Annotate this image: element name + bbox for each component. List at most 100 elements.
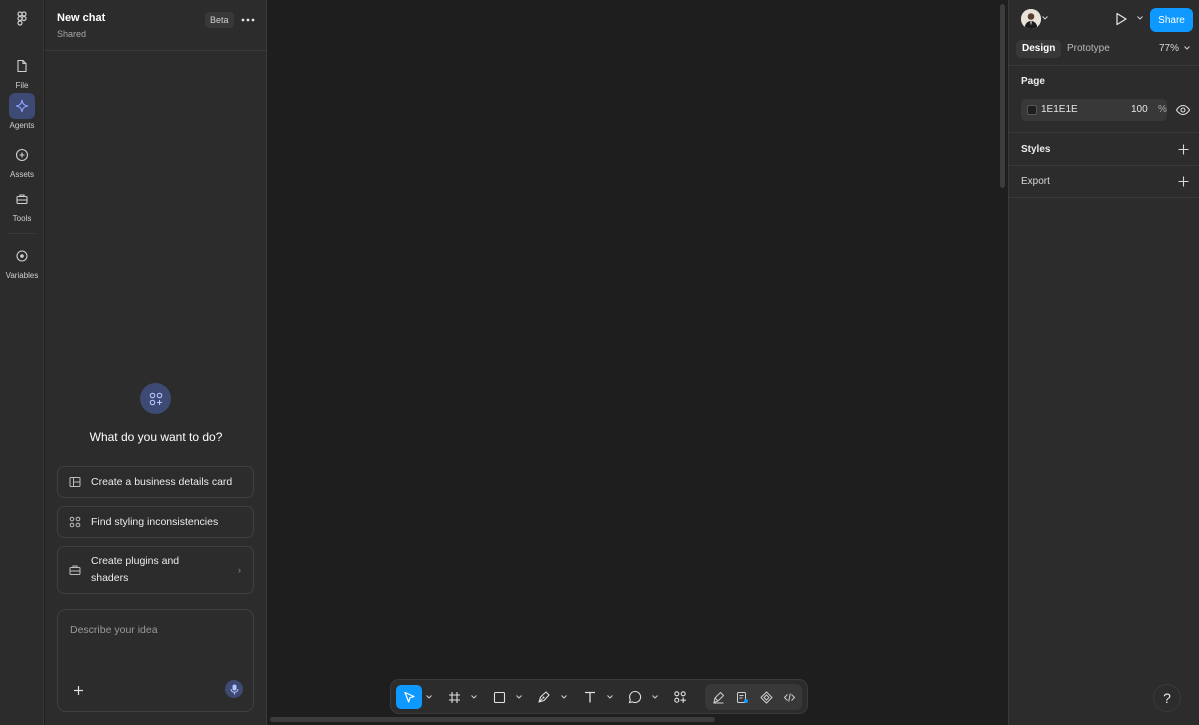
suggestion-plugins-shaders[interactable]: Create plugins and shaders › — [57, 546, 254, 594]
horizontal-scrollbar[interactable] — [270, 717, 715, 722]
cursor-icon — [403, 691, 415, 703]
text-tool-button[interactable] — [577, 685, 603, 709]
rail-label-agents: Agents — [9, 121, 35, 130]
present-chevron-down-icon[interactable] — [1137, 16, 1143, 20]
plus-icon — [73, 685, 83, 695]
divider — [1009, 65, 1199, 66]
chevron-down-icon — [515, 694, 522, 699]
idea-input[interactable] — [70, 624, 240, 636]
components-icon — [68, 515, 82, 529]
draw-mode-button[interactable] — [707, 686, 729, 708]
agent-components-icon — [140, 383, 171, 414]
move-tool-button[interactable] — [396, 685, 422, 709]
page-fill-field[interactable]: 1E1E1E 100 % — [1021, 99, 1167, 121]
chevron-right-icon: › — [238, 565, 241, 575]
sparkle-icon — [9, 93, 35, 119]
chat-header: New chat Shared Beta — [45, 0, 266, 51]
page-fill-opacity[interactable]: 100 — [1131, 104, 1148, 115]
user-avatar-image — [1021, 9, 1041, 29]
avatar-chevron-down-icon[interactable] — [1042, 16, 1048, 20]
page-fill-opacity-unit: % — [1158, 104, 1167, 115]
layout-icon — [68, 475, 82, 489]
tab-prototype[interactable]: Prototype — [1061, 40, 1116, 58]
microphone-button[interactable] — [225, 680, 243, 698]
divider — [1009, 165, 1199, 166]
rail-label-variables: Variables — [5, 271, 39, 280]
frame-tool-caret[interactable] — [470, 693, 477, 700]
add-export-button[interactable] — [1175, 173, 1191, 189]
pen-tool-caret[interactable] — [560, 693, 567, 700]
chevron-down-icon — [1183, 46, 1190, 51]
chevron-down-icon — [560, 694, 567, 699]
eye-icon[interactable] — [1175, 102, 1191, 118]
pen-icon — [538, 691, 550, 703]
text-tool-caret[interactable] — [606, 693, 613, 700]
beta-badge: Beta — [205, 12, 234, 28]
prompt-heading: What do you want to do? — [89, 430, 223, 444]
plus-circle-icon — [9, 142, 35, 168]
rail-label-tools: Tools — [12, 214, 32, 223]
move-tool-caret[interactable] — [425, 693, 432, 700]
microphone-icon — [230, 684, 238, 694]
rail-item-file[interactable]: File — [0, 53, 44, 90]
rail-label-file: File — [15, 81, 29, 90]
suggestion-label: Create a business details card — [91, 475, 233, 488]
comment-tool-button[interactable] — [622, 685, 648, 709]
rail-item-agents[interactable]: Agents — [0, 93, 44, 130]
toolbox-icon — [9, 186, 35, 212]
rectangle-tool-button[interactable] — [486, 685, 512, 709]
zoom-dropdown[interactable]: 77% — [1159, 40, 1190, 58]
design-mode-icon — [736, 691, 748, 703]
rectangle-tool-caret[interactable] — [515, 693, 522, 700]
design-canvas[interactable] — [268, 0, 1008, 725]
present-play-icon[interactable] — [1113, 11, 1129, 27]
chevron-down-icon — [470, 694, 477, 699]
comment-icon — [628, 690, 642, 704]
pen-tool-button[interactable] — [531, 685, 557, 709]
chevron-down-icon — [651, 694, 658, 699]
export-section-title: Export — [1021, 176, 1050, 187]
share-button[interactable]: Share — [1150, 8, 1193, 32]
styles-section-title: Styles — [1021, 144, 1051, 155]
code-icon — [783, 692, 795, 702]
text-icon — [585, 691, 595, 703]
help-button[interactable]: ? — [1153, 684, 1181, 712]
toolbox-icon — [68, 563, 82, 577]
suggestion-label: Create plugins and shaders — [91, 555, 180, 584]
divider — [1009, 132, 1199, 133]
actions-icon — [674, 691, 686, 703]
user-avatar[interactable] — [1021, 9, 1041, 29]
page-section-title: Page — [1021, 76, 1045, 87]
suggestion-business-card[interactable]: Create a business details card — [57, 466, 254, 498]
add-attachment-button[interactable] — [70, 682, 86, 698]
suggestion-label: Find styling inconsistencies — [91, 515, 219, 528]
plus-icon — [1178, 144, 1188, 154]
plus-icon — [1178, 176, 1188, 186]
rail-item-tools[interactable]: Tools — [0, 186, 44, 223]
page-color-swatch[interactable] — [1027, 105, 1037, 115]
actions-tool-button[interactable] — [667, 685, 693, 709]
chevron-down-icon — [606, 694, 613, 699]
rail-item-variables[interactable]: Variables — [0, 243, 44, 280]
divider — [1009, 197, 1199, 198]
frame-tool-button[interactable] — [441, 685, 467, 709]
rail-divider — [8, 233, 36, 234]
chat-subtitle: Shared — [57, 29, 87, 39]
tab-design[interactable]: Design — [1016, 40, 1062, 58]
comment-tool-caret[interactable] — [651, 693, 658, 700]
frame-icon — [448, 691, 460, 703]
left-rail: File Agents Assets Tools Variables — [0, 0, 44, 725]
page-fill-hex[interactable]: 1E1E1E — [1041, 104, 1078, 115]
more-options-button[interactable] — [239, 11, 257, 29]
dev-mode-button[interactable] — [755, 686, 777, 708]
chat-composer — [57, 609, 254, 712]
code-mode-button[interactable] — [778, 686, 800, 708]
suggestion-styling-inconsistencies[interactable]: Find styling inconsistencies — [57, 506, 254, 538]
zoom-level: 77% — [1159, 43, 1180, 54]
add-style-button[interactable] — [1175, 141, 1191, 157]
rail-label-assets: Assets — [9, 170, 34, 179]
figma-logo-icon[interactable] — [14, 11, 30, 29]
vertical-scrollbar[interactable] — [1000, 4, 1005, 188]
design-mode-button[interactable] — [731, 686, 753, 708]
rail-item-assets[interactable]: Assets — [0, 142, 44, 179]
